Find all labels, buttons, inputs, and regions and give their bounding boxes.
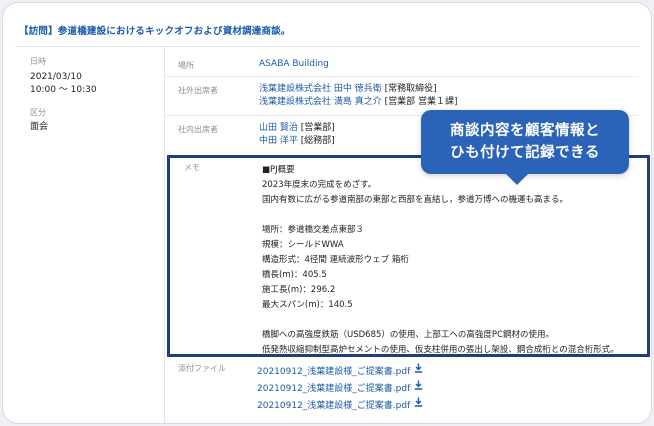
memo-line: 施工長(m)：296.2	[262, 285, 336, 295]
callout-line: ひも付けて記録できる	[450, 145, 600, 161]
memo-line: 最大スパン(m)：140.5	[262, 300, 353, 310]
download-icon[interactable]	[414, 363, 423, 380]
type-value: 面会	[30, 122, 49, 132]
callout-line: 商談内容を顧客情報と	[450, 123, 600, 139]
download-icon[interactable]	[414, 380, 423, 397]
memo-line	[262, 313, 619, 328]
external-list: 浅葉建設株式会社 田中 徳兵衛 [常務取締役] 浅葉建設株式会社 満島 真之介 …	[259, 83, 458, 109]
internal-label: 社内出席者	[178, 125, 218, 134]
company-link[interactable]: 浅葉建設株式会社	[259, 84, 331, 94]
callout-tail	[505, 173, 529, 185]
file-row[interactable]: 20210912_浅葉建設様_ご提案書.pdf	[257, 397, 423, 414]
attachments-label: 添付ファイル	[178, 364, 226, 373]
memo-line: 橋脚への高強度鉄筋（USD685）の使用、上部工への高強度PC鋼材の使用。	[262, 330, 554, 340]
person-link[interactable]: 中田 洋平	[259, 136, 298, 146]
memo-line: 規模：シールドWWA	[262, 240, 344, 250]
place-label: 場所	[178, 61, 194, 70]
file-link[interactable]: 20210912_浅葉建設様_ご提案書.pdf	[257, 367, 410, 377]
memo-body: ■PJ概要 2023年度末の完成をめざす。 国内有数に広がる参道南部の東部と西部…	[262, 163, 619, 358]
summary-panel: 日時 2021/03/10 10:00 〜 10:30 区分 面会	[30, 56, 160, 134]
person-link[interactable]: 田中 徳兵衛	[334, 84, 382, 94]
date-value: 2021/03/10	[30, 72, 82, 82]
role-text: [営業部]	[300, 123, 335, 133]
type-label: 区分	[30, 108, 46, 117]
company-link[interactable]: 浅葉建設株式会社	[259, 97, 331, 107]
place-link[interactable]: ASABA Building	[259, 58, 329, 71]
file-link[interactable]: 20210912_浅葉建設様_ご提案書.pdf	[257, 401, 410, 411]
callout-bubble: 商談内容を顧客情報と ひも付けて記録できる	[421, 110, 629, 174]
list-item: 浅葉建設株式会社 田中 徳兵衛 [常務取締役]	[259, 83, 458, 96]
role-text: [総務部]	[300, 136, 335, 146]
role-text: [営業部 営業１課]	[384, 97, 458, 107]
place-row: 場所 ASABA Building	[165, 47, 639, 77]
page-title: 【訪問】参道橋建設におけるキックオフおよび資材調達商談。	[19, 26, 291, 37]
memo-highlight-box: メモ ■PJ概要 2023年度末の完成をめざす。 国内有数に広がる参道南部の東部…	[167, 155, 650, 357]
person-link[interactable]: 満島 真之介	[334, 97, 382, 107]
download-icon[interactable]	[414, 397, 423, 414]
memo-line: 場所：参道橋交差点東部３	[262, 225, 365, 235]
external-label: 社外出席者	[178, 86, 218, 95]
memo-line: 国内有数に広がる参道南部の東部と西部を直結し，参道万博への機運も高まる。	[262, 195, 569, 205]
person-link[interactable]: 山田 賢治	[259, 123, 298, 133]
file-row[interactable]: 20210912_浅葉建設様_ご提案書.pdf	[257, 363, 423, 380]
internal-list: 山田 賢治 [営業部] 中田 洋平 [総務部]	[259, 122, 335, 148]
memo-line: 2023年度末の完成をめざす。	[262, 180, 377, 190]
file-link[interactable]: 20210912_浅葉建設様_ご提案書.pdf	[257, 384, 410, 394]
time-value: 10:00 〜 10:30	[30, 85, 97, 95]
memo-line	[262, 208, 619, 223]
memo-line: 構造形式：4径間 連続波形ウェブ 箱桁	[262, 255, 409, 265]
list-item: 浅葉建設株式会社 満島 真之介 [営業部 営業１課]	[259, 96, 458, 109]
activity-detail-card: 【訪問】参道橋建設におけるキックオフおよび資材調達商談。 日時 2021/03/…	[2, 2, 652, 424]
memo-label: メモ	[184, 163, 200, 172]
list-item: 中田 洋平 [総務部]	[259, 135, 335, 148]
date-label: 日時	[30, 57, 46, 66]
memo-line: 低発熱収縮抑制型高炉セメントの使用、仮支柱併用の張出し架設、鋼合成桁との混合桁形…	[262, 345, 619, 355]
list-item: 山田 賢治 [営業部]	[259, 122, 335, 135]
role-text: [常務取締役]	[384, 84, 437, 94]
attachments-list: 20210912_浅葉建設様_ご提案書.pdf 20210912_浅葉建設様_ご…	[257, 363, 423, 414]
file-row[interactable]: 20210912_浅葉建設様_ご提案書.pdf	[257, 380, 423, 397]
memo-line: 橋長(m)：405.5	[262, 270, 327, 280]
